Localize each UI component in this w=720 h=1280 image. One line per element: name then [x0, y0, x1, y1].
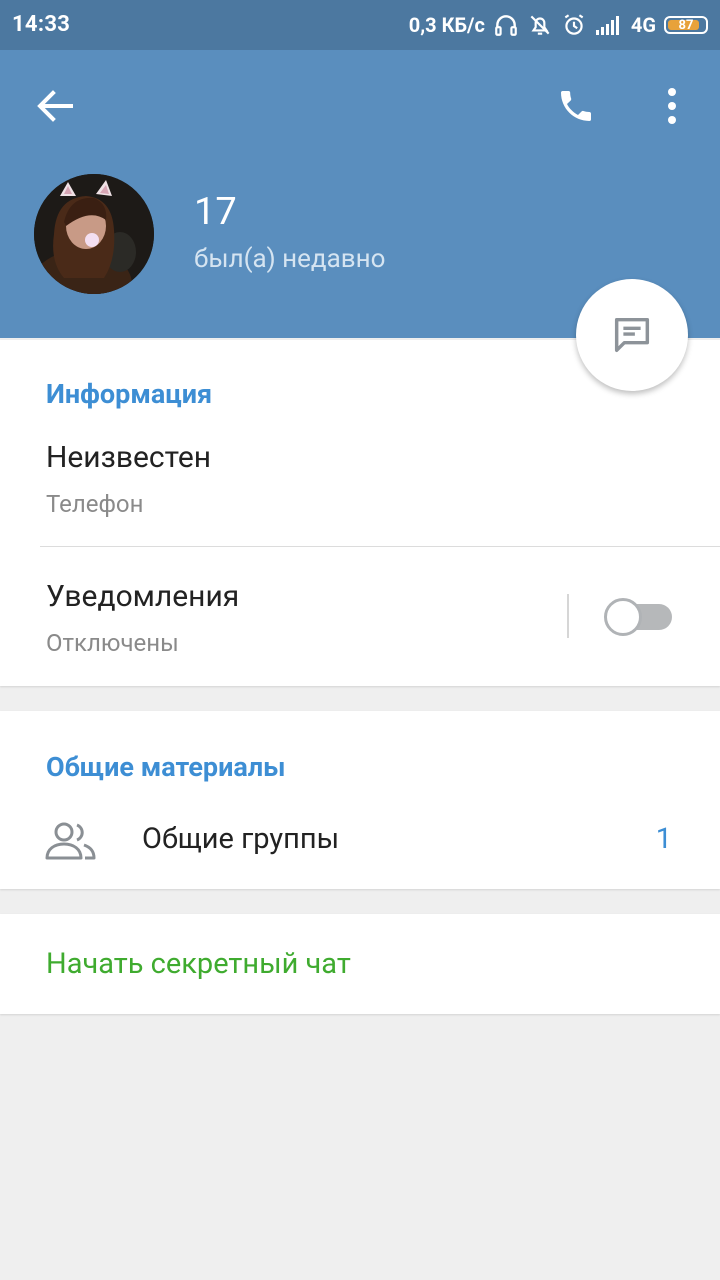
arrow-left-icon — [37, 90, 73, 122]
group-icon — [45, 822, 96, 860]
call-button[interactable] — [548, 82, 604, 130]
avatar[interactable] — [34, 174, 154, 294]
shared-groups-item[interactable]: Общие группы — [142, 822, 339, 856]
signal-icon — [595, 16, 619, 35]
shared-section-title: Общие материалы — [46, 751, 286, 783]
divider — [40, 546, 720, 547]
shared-media-card: Общие материалы Общие группы 1 — [0, 711, 720, 889]
avatar-photo — [34, 174, 154, 294]
phone-value[interactable]: Неизвестен — [46, 440, 211, 475]
notifications-toggle[interactable] — [604, 598, 672, 636]
info-section-title: Информация — [46, 378, 213, 410]
notifications-label[interactable]: Уведомления — [46, 579, 239, 614]
send-message-button[interactable] — [576, 279, 688, 391]
secret-chat-card: Начать секретный чат — [0, 914, 720, 1014]
back-button[interactable] — [30, 86, 80, 126]
last-seen-status: был(а) недавно — [194, 244, 386, 274]
more-options-button[interactable] — [652, 82, 692, 130]
phone-icon — [561, 91, 591, 121]
notifications-state: Отключены — [46, 629, 179, 657]
phone-label: Телефон — [46, 490, 144, 518]
battery-icon: 87 — [664, 16, 708, 34]
more-vertical-icon — [668, 88, 676, 124]
net-speed: 0,3 КБ/с — [408, 13, 485, 37]
info-card: Информация Неизвестен Телефон Уведомлени… — [0, 340, 720, 686]
message-icon — [614, 317, 650, 353]
contact-name: 17 — [194, 190, 237, 234]
headphones-icon — [495, 15, 517, 36]
alarm-icon — [564, 14, 584, 35]
status-time: 14:33 — [12, 12, 71, 37]
status-bar: 14:33 0,3 КБ/с 4G 87 — [0, 0, 720, 50]
toggle-knob — [604, 598, 642, 636]
vertical-separator — [567, 594, 569, 638]
battery-level: 87 — [678, 17, 694, 33]
start-secret-chat-button[interactable]: Начать секретный чат — [46, 947, 351, 981]
status-indicators: 0,3 КБ/с 4G 87 — [409, 10, 708, 40]
muted-bell-icon — [530, 15, 550, 35]
shared-groups-count: 1 — [655, 822, 672, 856]
network-type: 4G — [630, 13, 656, 37]
